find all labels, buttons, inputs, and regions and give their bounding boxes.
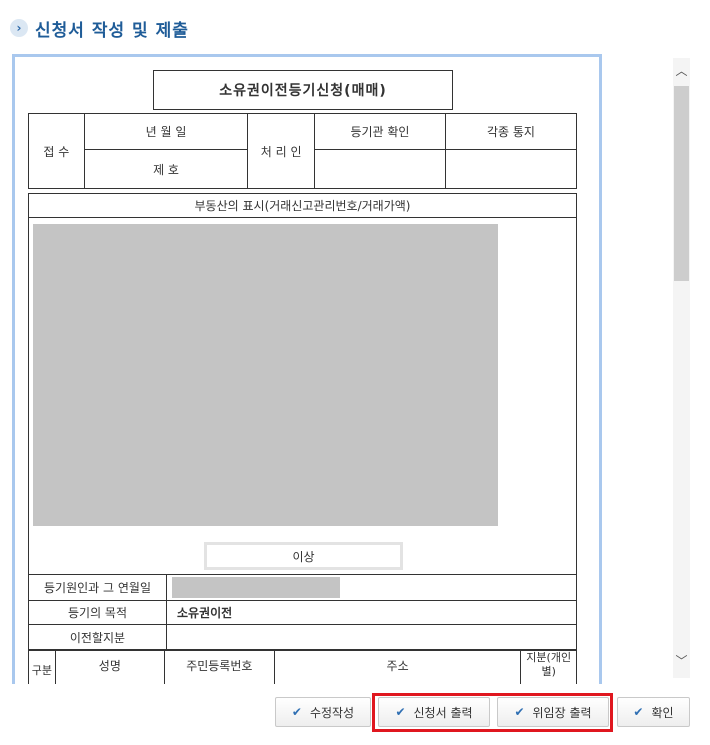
notice-cell <box>444 149 578 189</box>
purpose-value: 소유권이전 <box>166 600 577 625</box>
reception-table: 접 수 년 월 일 처 리 인 등기관 확인 각종 통지 제 호 <box>28 113 578 189</box>
property-label: 부동산의 표시(거래신고관리번호/거래가액) <box>29 194 576 218</box>
party-name-header: 성명 <box>54 650 165 684</box>
form-title: 소유권이전등기신청(매매) <box>153 70 453 110</box>
reception-label: 접 수 <box>28 113 85 189</box>
date-label: 년 월 일 <box>83 113 249 150</box>
party-category-header: 구분 <box>28 650 56 684</box>
registration-info-table: 등기원인과 그 연월일 등기의 목적 소유권이전 이전할지분 <box>28 574 577 650</box>
property-section: 부동산의 표시(거래신고관리번호/거래가액) 이상 <box>28 193 577 575</box>
section-header: › 신청서 작성 및 제출 <box>10 14 189 42</box>
share-label: 이전할지분 <box>28 624 167 650</box>
cause-label: 등기원인과 그 연월일 <box>28 574 167 601</box>
redacted-cause-value <box>172 577 340 598</box>
vertical-scrollbar[interactable]: ︿ ﹀ <box>673 58 690 678</box>
processor-label: 처 리 인 <box>247 113 315 189</box>
scroll-up-icon[interactable]: ︿ <box>673 60 690 80</box>
purpose-label: 등기의 목적 <box>28 600 167 625</box>
edit-button[interactable]: ✔ 수정작성 <box>275 697 371 727</box>
confirm-button[interactable]: ✔ 확인 <box>617 697 690 727</box>
registrar-confirm-label: 등기관 확인 <box>313 113 446 150</box>
party-table: 구분 성명 주민등록번호 주소 지분(개인별) <box>28 650 577 684</box>
chevron-right-icon: › <box>10 19 28 37</box>
share-value <box>166 624 577 650</box>
scroll-down-icon[interactable]: ﹀ <box>673 650 690 670</box>
party-share-header: 지분(개인별) <box>520 650 577 684</box>
party-id-header: 주민등록번호 <box>163 650 275 684</box>
end-marker: 이상 <box>204 542 403 570</box>
highlight-box <box>372 693 613 732</box>
party-address-header: 주소 <box>273 650 522 684</box>
document-preview-frame[interactable]: 소유권이전등기신청(매매) 접 수 년 월 일 처 리 인 등기관 확인 각종 … <box>12 54 602 684</box>
notice-label: 각종 통지 <box>444 113 578 150</box>
page-title: 신청서 작성 및 제출 <box>35 20 189 41</box>
scroll-thumb[interactable] <box>674 86 689 281</box>
number-label: 제 호 <box>83 149 249 189</box>
check-icon: ✔ <box>633 705 644 719</box>
registrar-confirm-cell <box>313 149 446 189</box>
check-icon: ✔ <box>291 705 302 719</box>
cause-value <box>166 574 577 601</box>
redacted-property-details <box>33 224 498 526</box>
